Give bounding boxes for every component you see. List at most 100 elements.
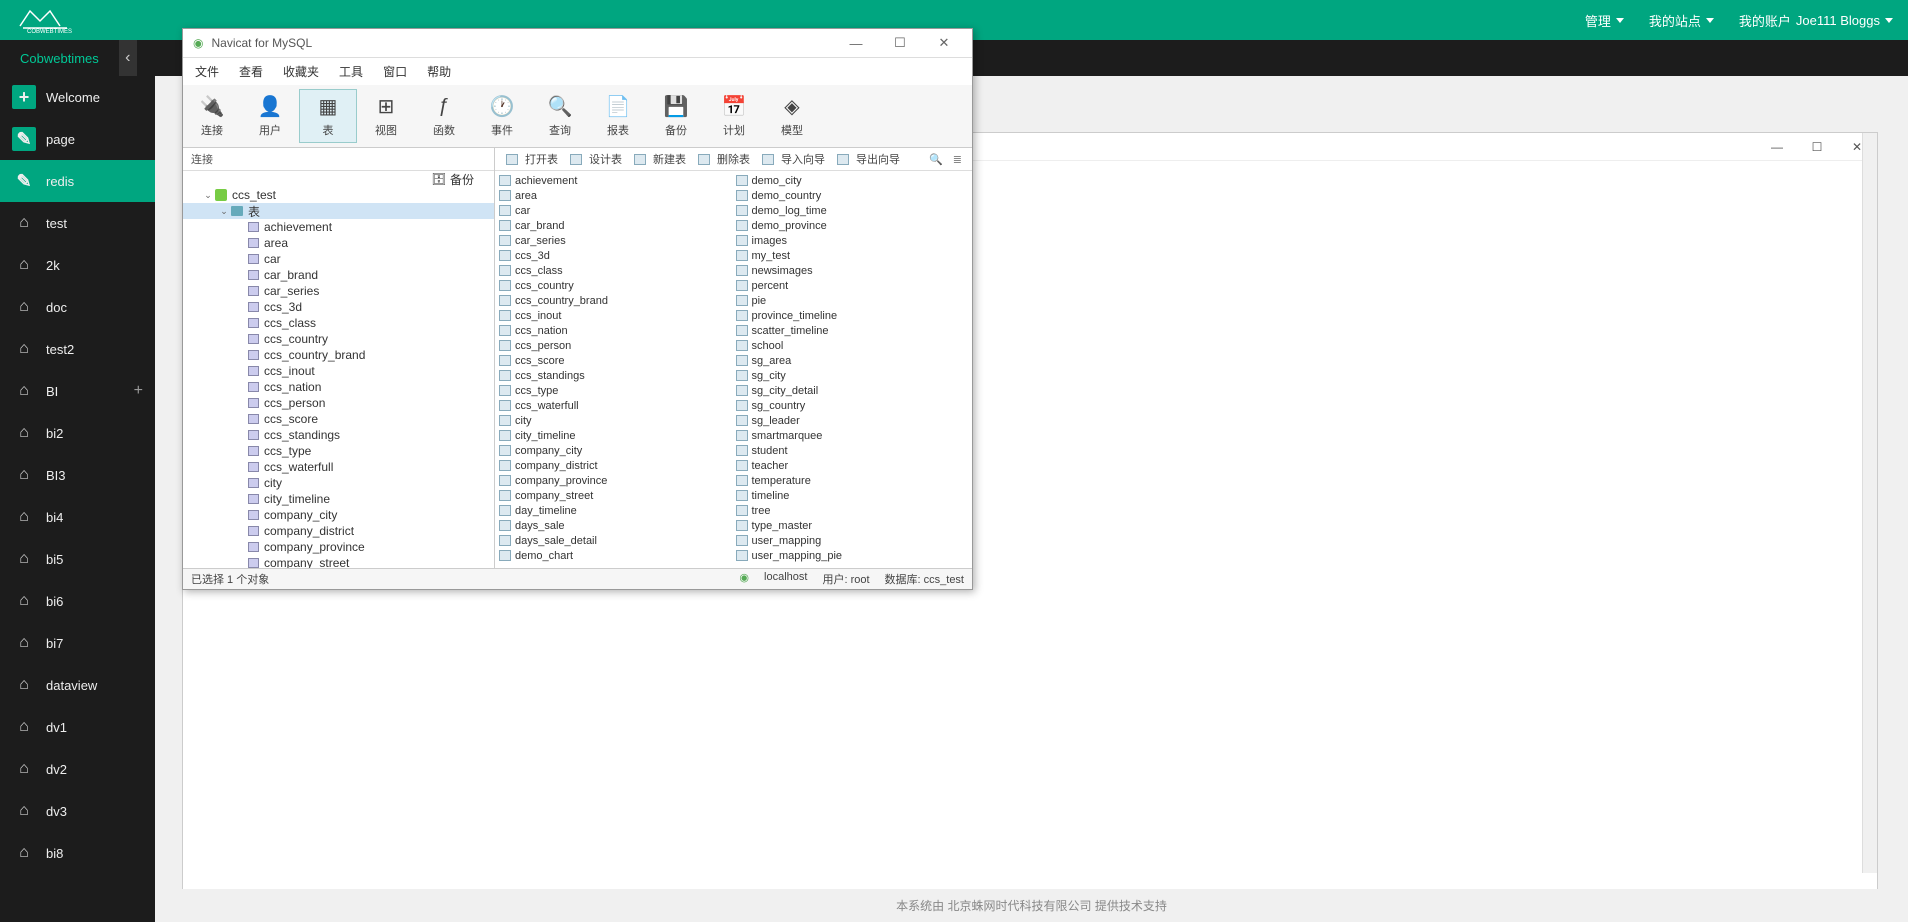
tab-collapse[interactable]: ‹ — [119, 40, 137, 76]
sidebar-item-dv2[interactable]: ⌂dv2 — [0, 748, 155, 790]
sidebar-item-dv3[interactable]: ⌂dv3 — [0, 790, 155, 832]
sidebar-item-welcome[interactable]: +Welcome — [0, 76, 155, 118]
sidebar-item-bi4[interactable]: ⌂bi4 — [0, 496, 155, 538]
scrollbar-vertical[interactable] — [1862, 161, 1877, 873]
tool-视图[interactable]: ⊞视图 — [357, 89, 415, 143]
table-item-newsimages[interactable]: newsimages — [734, 263, 971, 278]
table-item-demo_log_time[interactable]: demo_log_time — [734, 203, 971, 218]
table-item-province_timeline[interactable]: province_timeline — [734, 308, 971, 323]
menu-帮助[interactable]: 帮助 — [427, 63, 451, 80]
table-item-demo_province[interactable]: demo_province — [734, 218, 971, 233]
table-item-ccs_class[interactable]: ccs_class — [497, 263, 734, 278]
menu-查看[interactable]: 查看 — [239, 63, 263, 80]
sidebar-item-doc[interactable]: ⌂doc — [0, 286, 155, 328]
tree-table-company_province[interactable]: company_province — [183, 539, 494, 555]
tree-backup[interactable]: 🗄备份 — [183, 171, 494, 187]
tool-表[interactable]: ▦表 — [299, 89, 357, 143]
table-item-ccs_type[interactable]: ccs_type — [497, 383, 734, 398]
table-item-student[interactable]: student — [734, 443, 971, 458]
tree-folder-tables[interactable]: ⌄表 — [183, 203, 494, 219]
table-item-school[interactable]: school — [734, 338, 971, 353]
table-item-company_street[interactable]: company_street — [497, 488, 734, 503]
table-item-ccs_inout[interactable]: ccs_inout — [497, 308, 734, 323]
sidebar-item-bi8[interactable]: ⌂bi8 — [0, 832, 155, 874]
table-item-scatter_timeline[interactable]: scatter_timeline — [734, 323, 971, 338]
tree-table-city[interactable]: city — [183, 475, 494, 491]
tree-table-ccs_country[interactable]: ccs_country — [183, 331, 494, 347]
table-item-days_sale_detail[interactable]: days_sale_detail — [497, 533, 734, 548]
sidebar-item-redis[interactable]: ✎redis — [0, 160, 155, 202]
menu-工具[interactable]: 工具 — [339, 63, 363, 80]
tab-cobwebtimes[interactable]: Cobwebtimes — [0, 40, 119, 76]
tree-table-ccs_inout[interactable]: ccs_inout — [183, 363, 494, 379]
sidebar-item-bi5[interactable]: ⌂bi5 — [0, 538, 155, 580]
table-item-teacher[interactable]: teacher — [734, 458, 971, 473]
table-item-type_master[interactable]: type_master — [734, 518, 971, 533]
sidebar-item-bi3[interactable]: ⌂BI3 — [0, 454, 155, 496]
table-item-sg_leader[interactable]: sg_leader — [734, 413, 971, 428]
tree-table-achievement[interactable]: achievement — [183, 219, 494, 235]
sidebar-item-bi6[interactable]: ⌂bi6 — [0, 580, 155, 622]
tool-事件[interactable]: 🕐事件 — [473, 89, 531, 143]
tree-table-ccs_country_brand[interactable]: ccs_country_brand — [183, 347, 494, 363]
tool-计划[interactable]: 📅计划 — [705, 89, 763, 143]
tree-table-ccs_class[interactable]: ccs_class — [183, 315, 494, 331]
table-item-images[interactable]: images — [734, 233, 971, 248]
tree-db-ccstest[interactable]: ⌄ccs_test — [183, 187, 494, 203]
tree-table-car[interactable]: car — [183, 251, 494, 267]
tree-table-ccs_score[interactable]: ccs_score — [183, 411, 494, 427]
tree-table-car_brand[interactable]: car_brand — [183, 267, 494, 283]
navicat-minimize-button[interactable]: — — [838, 36, 874, 51]
table-item-city[interactable]: city — [497, 413, 734, 428]
table-item-my_test[interactable]: my_test — [734, 248, 971, 263]
table-item-ccs_person[interactable]: ccs_person — [497, 338, 734, 353]
sidebar-item-page[interactable]: ✎page — [0, 118, 155, 160]
expand-icon[interactable]: ⌄ — [203, 190, 213, 201]
add-icon[interactable]: + — [134, 382, 143, 400]
list-toolbar-新建表[interactable]: 新建表 — [629, 150, 691, 168]
table-item-demo_city[interactable]: demo_city — [734, 173, 971, 188]
table-item-day_timeline[interactable]: day_timeline — [497, 503, 734, 518]
tree-table-ccs_person[interactable]: ccs_person — [183, 395, 494, 411]
tree-table-ccs_standings[interactable]: ccs_standings — [183, 427, 494, 443]
navicat-tree[interactable]: 🗄备份⌄ccs_test⌄表achievementareacarcar_bran… — [183, 171, 494, 568]
list-toolbar-删除表[interactable]: 删除表 — [693, 150, 755, 168]
table-item-sg_country[interactable]: sg_country — [734, 398, 971, 413]
table-item-days_sale[interactable]: days_sale — [497, 518, 734, 533]
tree-table-ccs_waterfull[interactable]: ccs_waterfull — [183, 459, 494, 475]
menu-manage[interactable]: 管理 — [1585, 11, 1624, 30]
table-item-user_mapping_pie[interactable]: user_mapping_pie — [734, 548, 971, 563]
expand-icon[interactable]: ⌄ — [219, 206, 229, 217]
tree-table-city_timeline[interactable]: city_timeline — [183, 491, 494, 507]
table-item-demo_country[interactable]: demo_country — [734, 188, 971, 203]
table-item-car_brand[interactable]: car_brand — [497, 218, 734, 233]
view-mode-icon[interactable]: ≣ — [949, 153, 966, 166]
tool-报表[interactable]: 📄报表 — [589, 89, 647, 143]
sidebar-item-test[interactable]: ⌂test — [0, 202, 155, 244]
sidebar-item-dataview[interactable]: ⌂dataview — [0, 664, 155, 706]
navicat-close-button[interactable]: ✕ — [926, 35, 962, 51]
tree-table-area[interactable]: area — [183, 235, 494, 251]
table-item-company_district[interactable]: company_district — [497, 458, 734, 473]
table-item-achievement[interactable]: achievement — [497, 173, 734, 188]
tree-table-ccs_type[interactable]: ccs_type — [183, 443, 494, 459]
menu-account[interactable]: 我的账户 Joe111 Bloggs — [1739, 11, 1893, 30]
tree-table-company_city[interactable]: company_city — [183, 507, 494, 523]
tree-table-company_district[interactable]: company_district — [183, 523, 494, 539]
table-item-ccs_country_brand[interactable]: ccs_country_brand — [497, 293, 734, 308]
table-item-sg_city_detail[interactable]: sg_city_detail — [734, 383, 971, 398]
table-item-car_series[interactable]: car_series — [497, 233, 734, 248]
tool-连接[interactable]: 🔌连接 — [183, 89, 241, 143]
table-item-temperature[interactable]: temperature — [734, 473, 971, 488]
tool-函数[interactable]: ƒ函数 — [415, 89, 473, 143]
table-item-pie[interactable]: pie — [734, 293, 971, 308]
table-item-user_mapping[interactable]: user_mapping — [734, 533, 971, 548]
table-item-percent[interactable]: percent — [734, 278, 971, 293]
table-item-ccs_score[interactable]: ccs_score — [497, 353, 734, 368]
sidebar-item-2k[interactable]: ⌂2k — [0, 244, 155, 286]
table-item-city_timeline[interactable]: city_timeline — [497, 428, 734, 443]
tool-用户[interactable]: 👤用户 — [241, 89, 299, 143]
table-item-ccs_country[interactable]: ccs_country — [497, 278, 734, 293]
sidebar-item-bi2[interactable]: ⌂bi2 — [0, 412, 155, 454]
table-item-ccs_waterfull[interactable]: ccs_waterfull — [497, 398, 734, 413]
